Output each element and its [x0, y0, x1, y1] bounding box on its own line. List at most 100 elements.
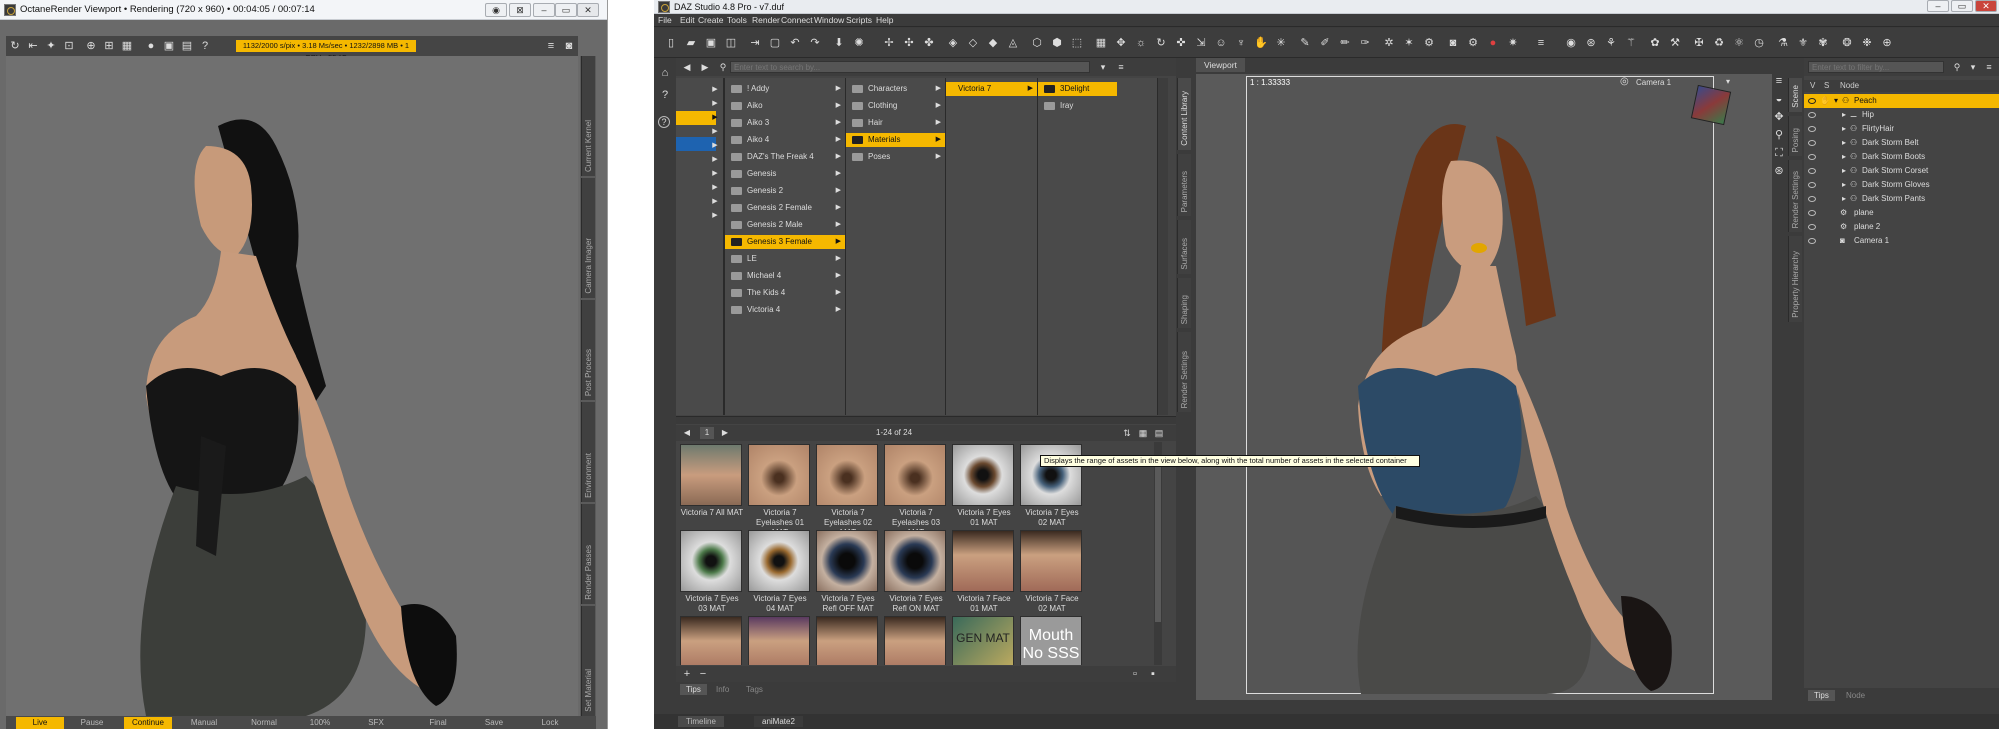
folder-item[interactable]: Genesis 2 Male ▶ [725, 218, 845, 232]
menu-connect[interactable]: Connect [781, 15, 813, 25]
maximize-button[interactable]: ▭ [1951, 0, 1973, 12]
gear-icon[interactable]: ✷ [1506, 36, 1520, 50]
expand-arrow-icon[interactable]: ▶ [708, 83, 722, 97]
bounding-icon[interactable]: ⬚ [1070, 36, 1084, 50]
expand-arrow-icon[interactable]: ▶ [708, 97, 722, 111]
scene-node[interactable]: ⚙ plane [1804, 206, 1999, 220]
folder-item[interactable]: Poses ▶ [846, 150, 945, 164]
final-button[interactable]: Final [414, 717, 462, 729]
tab-shaping[interactable]: Shaping [1177, 278, 1191, 328]
pause-button[interactable]: Pause [68, 717, 116, 729]
pick-icon[interactable]: ⊡ [62, 39, 76, 53]
library-icon[interactable]: ◉ [1564, 36, 1578, 50]
tab-property-hierarchy[interactable]: Property Hierarchy [1788, 236, 1802, 322]
eye-icon[interactable]: ◉ [485, 3, 507, 17]
dropdown-icon[interactable]: ▾ [1096, 60, 1110, 74]
morph-icon[interactable]: ♆ [1234, 36, 1248, 50]
render-canvas[interactable] [6, 56, 578, 716]
scroll-thumb[interactable] [1155, 462, 1161, 622]
tab-current-kernel[interactable]: Current Kernel [581, 56, 595, 176]
joint-editor-icon[interactable]: ✢ [882, 36, 896, 50]
sim-icon[interactable]: ⚗ [1776, 36, 1790, 50]
asset-thumb[interactable]: Victoria 7 Eyes Refl ON MAT [884, 530, 948, 614]
menu-render[interactable]: Render [752, 15, 780, 25]
tab-tags[interactable]: Tags [740, 684, 769, 695]
tab-info[interactable]: Info [710, 684, 735, 695]
rotate-icon[interactable]: ↻ [1154, 36, 1168, 50]
horizontal-scrollbar[interactable] [676, 416, 1176, 424]
geometry-icon[interactable]: ◈ [946, 36, 960, 50]
close-button[interactable]: ✕ [577, 3, 599, 17]
menu-icon[interactable]: ≡ [1772, 74, 1786, 88]
folder-item[interactable]: Iray [1038, 99, 1157, 113]
merge-icon[interactable]: ⇥ [748, 36, 762, 50]
folder-item[interactable]: Hair ▶ [846, 116, 945, 130]
tab-node[interactable]: Node [1840, 690, 1871, 701]
eye-icon[interactable] [1808, 238, 1816, 244]
save-icon[interactable]: ▣ [704, 36, 718, 50]
tab-environment[interactable]: Environment [581, 402, 595, 502]
stop-icon[interactable]: ⊠ [509, 3, 531, 17]
folder-item-selected[interactable]: Genesis 3 Female ▶ [725, 235, 845, 249]
save-button[interactable]: Save [470, 717, 518, 729]
dropdown-icon[interactable]: ▾ [1966, 60, 1980, 74]
symmetry-icon[interactable]: ⚒ [1668, 36, 1682, 50]
minimize-button[interactable]: – [533, 3, 555, 17]
scene-node[interactable]: ▸ ⚇ Dark Storm Boots [1804, 150, 1999, 164]
bake-icon[interactable]: ⚙ [1422, 36, 1436, 50]
new-icon[interactable]: ▯ [664, 36, 678, 50]
tab-set-material[interactable]: Set Material [581, 606, 595, 716]
region-icon[interactable]: ⊞ [102, 39, 116, 53]
tab-render-settings[interactable]: Render Settings [1788, 160, 1802, 232]
loop-icon[interactable]: ♻ [1712, 36, 1726, 50]
zoom-button[interactable]: 100% [296, 717, 344, 729]
continue-button[interactable]: Continue [124, 717, 172, 729]
back-icon[interactable]: ◀ [680, 60, 694, 74]
prev-page-icon[interactable]: ◀ [680, 426, 694, 440]
scale-icon[interactable]: ⇲ [1194, 36, 1208, 50]
eye-icon[interactable] [1808, 210, 1816, 216]
expand-arrow-icon[interactable]: ▸ [1842, 164, 1846, 178]
normal-button[interactable]: Normal [240, 717, 288, 729]
expand-arrow-icon[interactable]: ▶ [708, 167, 722, 181]
brush-icon[interactable]: ✎ [1298, 36, 1312, 50]
scene-icon[interactable]: ⬢ [1050, 36, 1064, 50]
pose-match-icon[interactable]: ❉ [1860, 36, 1874, 50]
chevron-down-icon[interactable]: ▾ [1726, 77, 1730, 86]
asset-thumb[interactable] [816, 616, 880, 665]
octane-icon[interactable]: ● [1486, 36, 1500, 50]
folder-item[interactable]: LE ▶ [725, 252, 845, 266]
asset-thumb[interactable]: Victoria 7 Eyelashes 03 MAT [884, 444, 948, 538]
script-icon[interactable]: ✠ [1692, 36, 1706, 50]
asset-thumb[interactable]: Victoria 7 All MAT [680, 444, 744, 518]
eye-icon[interactable] [1808, 126, 1816, 132]
folder-item[interactable]: Genesis ▶ [725, 167, 845, 181]
expand-arrow-icon[interactable]: ▶ [708, 209, 722, 223]
asset-thumb[interactable]: GEN MAT [952, 616, 1016, 665]
asset-thumb[interactable]: Victoria 7 Eyes 03 MAT [680, 530, 744, 614]
node-weight-icon[interactable]: ✣ [902, 36, 916, 50]
translate-icon[interactable]: ✜ [1174, 36, 1188, 50]
expand-arrow-icon[interactable]: ▾ [1834, 94, 1838, 108]
tab-animate2[interactable]: aniMate2 [754, 716, 803, 727]
pointer-icon[interactable]: ✋ [1820, 94, 1830, 108]
menu-icon[interactable]: ≡ [1114, 60, 1128, 74]
list-view-icon[interactable]: ▤ [1152, 426, 1166, 440]
camera-icon[interactable]: ◙ [562, 39, 576, 53]
tab-scene[interactable]: Scene [1788, 78, 1802, 112]
asset-thumb[interactable] [884, 616, 948, 665]
circle-icon[interactable]: ● [144, 39, 158, 53]
viewport-canvas[interactable]: 1 : 1.33333 Camera 1 ◎ ▾ [1196, 74, 1772, 700]
tab-parameters[interactable]: Parameters [1177, 154, 1191, 216]
strand-icon[interactable]: ❂ [1840, 36, 1854, 50]
search-icon[interactable]: ⚲ [1950, 60, 1964, 74]
menu-create[interactable]: Create [698, 15, 724, 25]
expand-arrow-icon[interactable]: ▶ [708, 139, 722, 153]
menu-scripts[interactable]: Scripts [846, 15, 872, 25]
header-node[interactable]: Node [1840, 81, 1859, 90]
folder-item[interactable]: The Kids 4 ▶ [725, 286, 845, 300]
expand-arrow-icon[interactable]: ▶ [708, 181, 722, 195]
measure-icon[interactable]: ✑ [1358, 36, 1372, 50]
grid-icon[interactable]: ▦ [1094, 36, 1108, 50]
eye-icon[interactable] [1808, 182, 1816, 188]
